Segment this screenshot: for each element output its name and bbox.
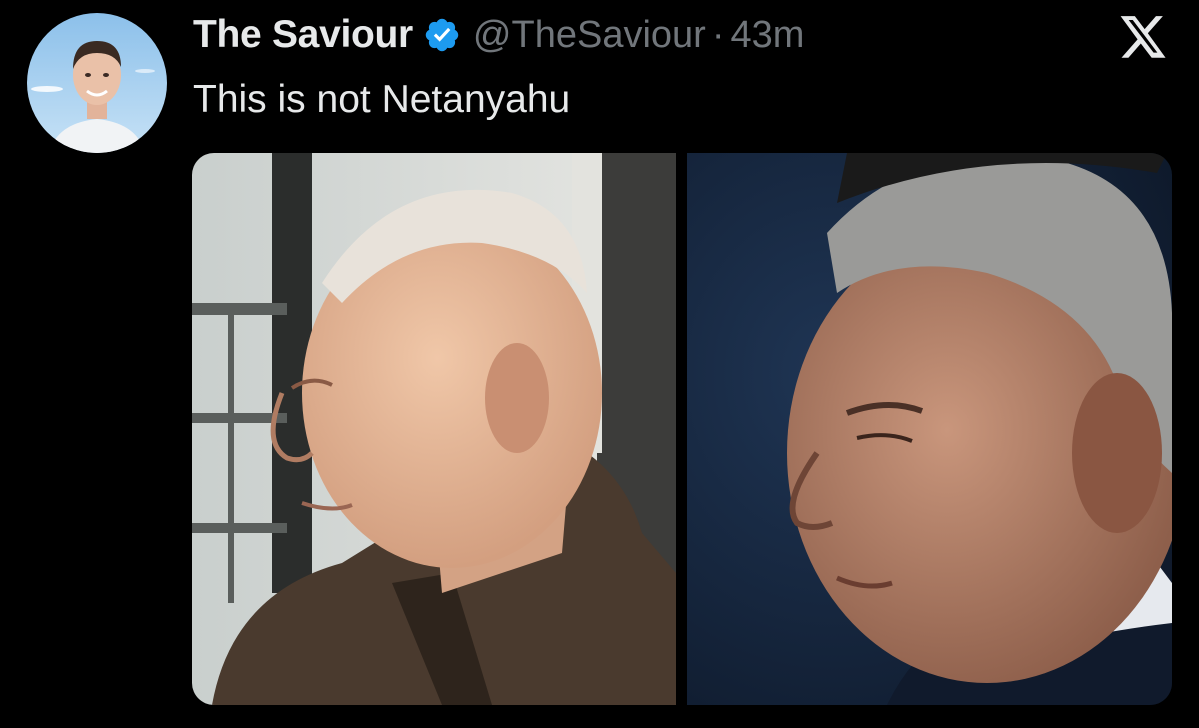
- display-name[interactable]: The Saviour: [193, 13, 413, 57]
- media-photo-left[interactable]: [192, 153, 676, 705]
- verified-badge-icon: [423, 16, 461, 54]
- tweet-header: The Saviour @TheSaviour · 43m: [193, 12, 804, 58]
- separator-dot: ·: [711, 13, 725, 56]
- profile-photo: [27, 13, 167, 153]
- media-grid: [192, 153, 1172, 705]
- avatar[interactable]: [27, 13, 167, 153]
- tweet-text: This is not Netanyahu: [193, 78, 571, 121]
- man-profile-photo-left: [192, 153, 676, 705]
- timestamp[interactable]: 43m: [730, 14, 804, 57]
- media-divider: [676, 153, 687, 705]
- user-handle[interactable]: @TheSaviour: [473, 14, 706, 57]
- man-profile-photo-right: [687, 153, 1172, 705]
- media-photo-right[interactable]: [687, 153, 1172, 705]
- x-logo-icon[interactable]: [1118, 16, 1168, 62]
